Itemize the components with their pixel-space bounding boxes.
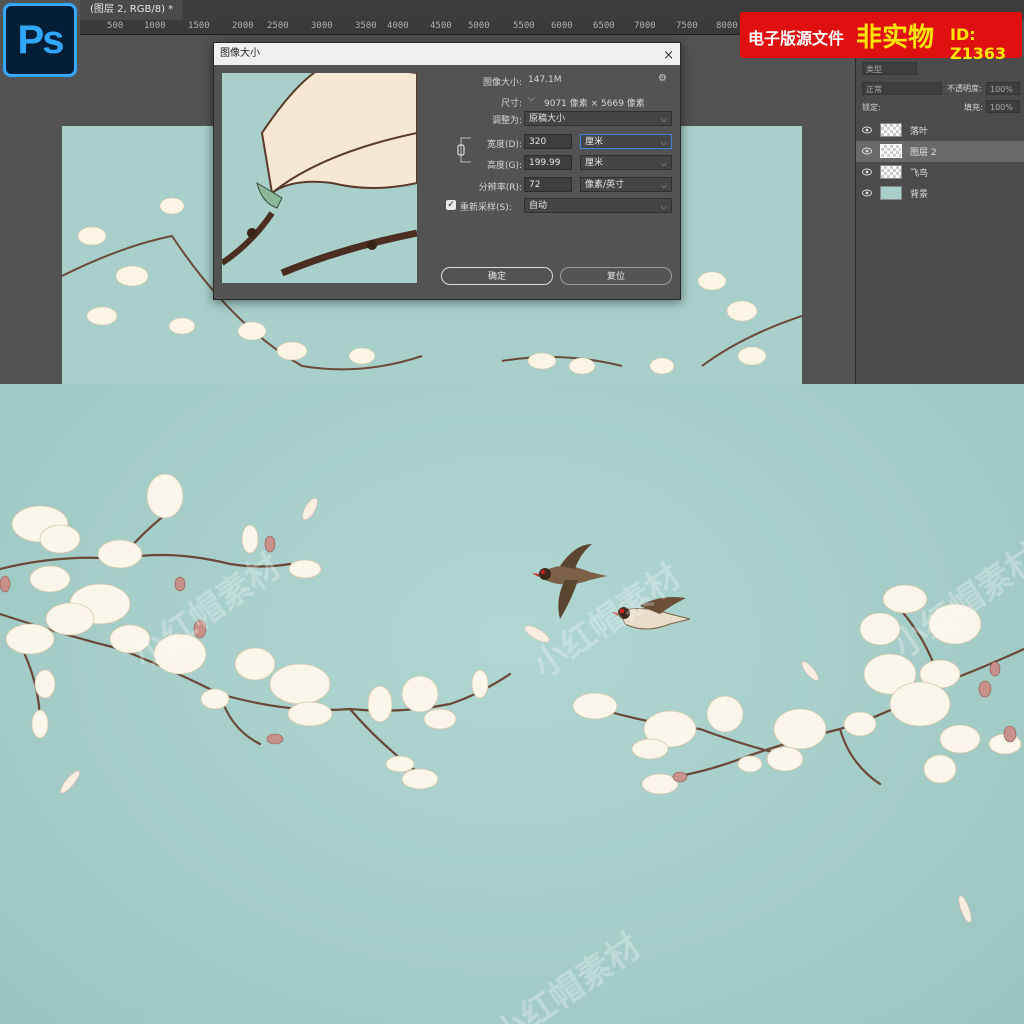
ruler-tick: 3000 bbox=[311, 21, 333, 31]
ruler-tick: 7000 bbox=[634, 21, 656, 31]
link-constrain-icon[interactable] bbox=[457, 135, 479, 165]
height-unit-select[interactable]: 厘米 ⌵ bbox=[580, 155, 672, 170]
layer-thumbnail bbox=[880, 144, 902, 158]
eye-icon[interactable] bbox=[862, 147, 872, 155]
layer-thumbnail bbox=[880, 165, 902, 179]
width-label: 宽度(D): bbox=[487, 140, 522, 150]
eye-icon[interactable] bbox=[862, 189, 872, 197]
resolution-unit-value: 像素/英寸 bbox=[585, 180, 625, 190]
layer-row[interactable]: 落叶 bbox=[856, 120, 1024, 141]
banner-text-id: ID: Z1363 bbox=[950, 25, 1007, 63]
magnolia-birds-artwork bbox=[0, 473, 1024, 923]
layer-thumbnail bbox=[880, 186, 902, 200]
resolution-unit-select[interactable]: 像素/英寸 ⌵ bbox=[580, 177, 672, 192]
layer-filter-select[interactable]: 类型 bbox=[862, 62, 917, 75]
ruler-tick: 500 bbox=[107, 21, 124, 31]
eye-icon[interactable] bbox=[862, 168, 872, 176]
ruler-tick: 1000 bbox=[144, 21, 166, 31]
resample-value: 自动 bbox=[529, 201, 548, 211]
ruler-tick: 4000 bbox=[387, 21, 409, 31]
opacity-input[interactable]: 100% bbox=[986, 82, 1020, 95]
magnolia-preview-art bbox=[222, 73, 417, 277]
document-tab[interactable]: (图层 2, RGB/8) * bbox=[80, 0, 184, 20]
chevron-down-icon: ⌵ bbox=[660, 202, 667, 211]
fill-label: 填充: bbox=[964, 103, 983, 112]
resolution-input[interactable]: 72 bbox=[524, 177, 572, 192]
reset-button[interactable]: 复位 bbox=[560, 267, 672, 285]
layer-name: 飞鸟 bbox=[910, 169, 929, 179]
chevron-down-icon: ⌵ bbox=[660, 138, 667, 147]
source-file-banner: 电子版源文件 非实物 ID: Z1363 bbox=[740, 12, 1022, 63]
image-size-value: 147.1M bbox=[528, 75, 562, 85]
dimensions-label: 尺寸: bbox=[500, 99, 522, 109]
layer-name: 落叶 bbox=[910, 127, 929, 137]
dialog-title: 图像大小 bbox=[220, 48, 260, 59]
fit-to-value: 原稿大小 bbox=[529, 114, 566, 124]
chevron-down-icon[interactable]: ⌵ bbox=[528, 94, 535, 104]
layer-thumbnail bbox=[880, 123, 902, 137]
fit-to-label: 调整为: bbox=[491, 116, 522, 126]
layer-row-selected[interactable]: 图层 2 bbox=[856, 141, 1024, 162]
ruler-tick: 8000 bbox=[716, 21, 738, 31]
width-input[interactable]: 320 bbox=[524, 134, 572, 149]
ruler-tick: 7500 bbox=[676, 21, 698, 31]
dimensions-value: 9071 像素 × 5669 像素 bbox=[544, 99, 645, 109]
ruler-tick: 5000 bbox=[468, 21, 490, 31]
ruler-tick: 3500 bbox=[355, 21, 377, 31]
layer-name: 图层 2 bbox=[910, 148, 937, 158]
resample-select[interactable]: 自动 ⌵ bbox=[524, 198, 672, 213]
artwork-preview: 小红帽素材 小红帽素材 小红帽素材 小红帽素材 bbox=[0, 384, 1024, 1024]
chevron-down-icon: ⌵ bbox=[660, 159, 667, 168]
dialog-titlebar: 图像大小 × bbox=[214, 43, 680, 65]
chevron-down-icon: ⌵ bbox=[660, 115, 667, 124]
resolution-label: 分辨率(R): bbox=[478, 183, 522, 193]
banner-text-electronic: 电子版源文件 bbox=[748, 29, 845, 48]
layer-row[interactable]: 飞鸟 bbox=[856, 162, 1024, 183]
chevron-down-icon: ⌵ bbox=[660, 181, 667, 190]
banner-text-non-physical: 非实物 bbox=[856, 23, 935, 53]
horizontal-ruler: 500 1000 1500 2000 2500 3000 3500 4000 4… bbox=[80, 20, 855, 35]
layer-row[interactable]: 背景 bbox=[856, 183, 1024, 204]
ruler-tick: 4500 bbox=[430, 21, 452, 31]
layer-name: 背景 bbox=[910, 190, 929, 200]
width-unit-value: 厘米 bbox=[585, 137, 604, 147]
height-unit-value: 厘米 bbox=[585, 158, 604, 168]
lock-label: 锁定: bbox=[862, 103, 881, 112]
ruler-tick: 6000 bbox=[551, 21, 573, 31]
ruler-tick: 2500 bbox=[267, 21, 289, 31]
image-preview[interactable] bbox=[222, 73, 417, 283]
width-unit-select[interactable]: 厘米 ⌵ bbox=[580, 134, 672, 149]
height-label: 高度(G): bbox=[486, 161, 522, 171]
image-size-label: 图像大小: bbox=[482, 78, 522, 88]
image-size-dialog: 图像大小 × 图像大小: 147.1M ⚙ 尺寸: ⌵ 9071 像素 × 56… bbox=[213, 42, 681, 300]
photoshop-logo: Ps bbox=[3, 3, 77, 77]
ruler-tick: 5500 bbox=[513, 21, 535, 31]
resample-checkbox[interactable]: ✓ bbox=[446, 200, 456, 210]
ok-button[interactable]: 确定 bbox=[441, 267, 553, 285]
ruler-tick: 2000 bbox=[232, 21, 254, 31]
resample-label: 重新采样(S): bbox=[460, 203, 512, 213]
ruler-tick: 1500 bbox=[188, 21, 210, 31]
gear-icon[interactable]: ⚙ bbox=[658, 73, 667, 84]
eye-icon[interactable] bbox=[862, 126, 872, 134]
layers-panel: 类型 正常 不透明度: 100% 锁定: 填充: 100% 落叶 图层 2 飞鸟… bbox=[855, 56, 1024, 384]
blend-mode-select[interactable]: 正常 bbox=[862, 82, 942, 95]
close-icon[interactable]: × bbox=[663, 45, 674, 67]
opacity-label: 不透明度: bbox=[947, 84, 982, 93]
fill-input[interactable]: 100% bbox=[986, 100, 1020, 113]
ruler-tick: 6500 bbox=[593, 21, 615, 31]
fit-to-select[interactable]: 原稿大小 ⌵ bbox=[524, 111, 672, 126]
height-input[interactable]: 199.99 bbox=[524, 155, 572, 170]
